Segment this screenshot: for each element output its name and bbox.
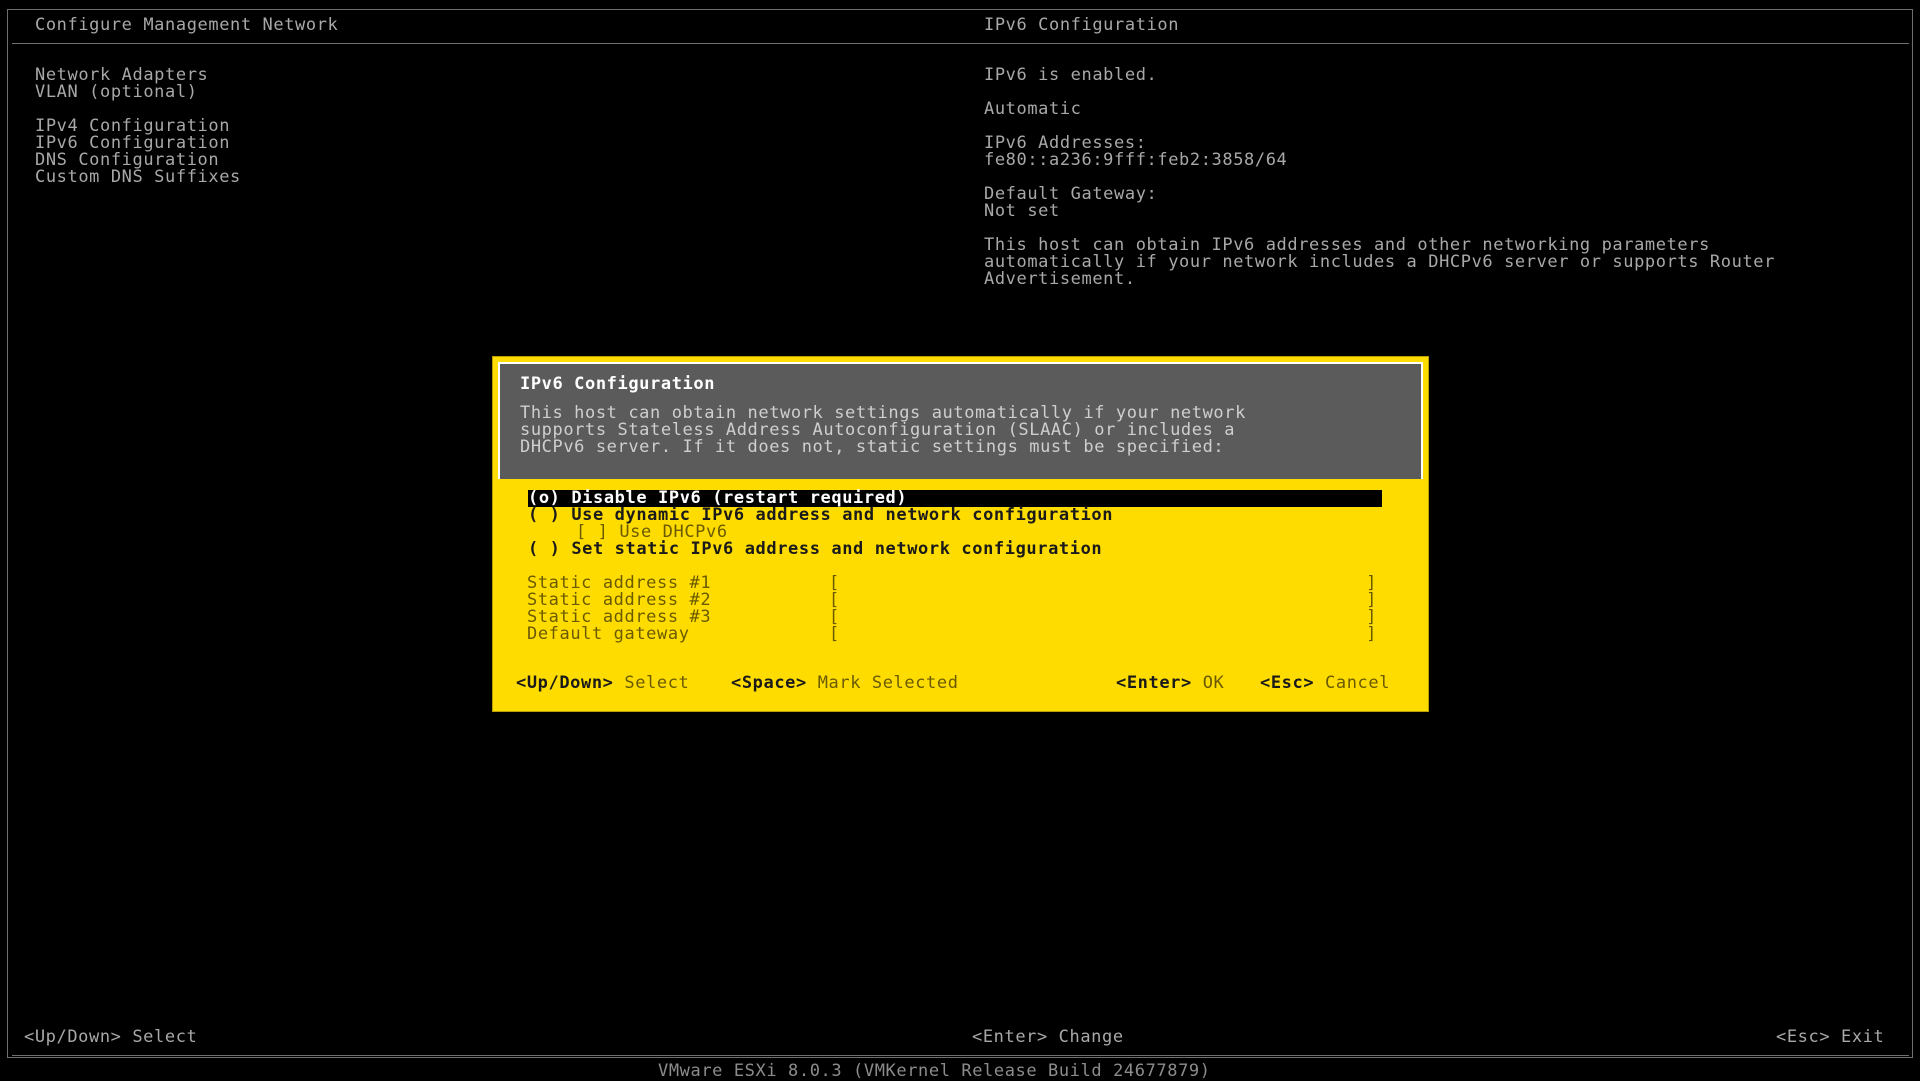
enter-action: OK — [1202, 673, 1225, 693]
header-divider — [12, 43, 1909, 44]
footer-divider — [12, 1055, 1909, 1056]
menu-item-vlan[interactable]: VLAN (optional) — [35, 84, 198, 101]
static-address-1-input[interactable]: [] — [829, 575, 1377, 592]
right-panel-description: This host can obtain IPv6 addresses and … — [984, 235, 1775, 289]
ipv6-status: IPv6 is enabled. — [984, 65, 1158, 85]
esc-key: <Esc> — [1260, 673, 1315, 693]
static-address-3-input[interactable]: [] — [829, 609, 1377, 626]
dialog-ok-button[interactable]: <Enter> OK — [1116, 675, 1224, 692]
footer-select-hint: <Up/Down> Select — [24, 1027, 198, 1047]
dialog-header: IPv6 Configuration This host can obtain … — [498, 362, 1423, 479]
left-panel-title: Configure Management Network — [35, 15, 339, 35]
version-string: VMware ESXi 8.0.3 (VMKernel Release Buil… — [658, 1061, 1211, 1081]
dialog-description: This host can obtain network settings au… — [520, 403, 1246, 457]
ipv6-mode: Automatic — [984, 99, 1082, 119]
right-panel-title: IPv6 Configuration — [984, 15, 1180, 35]
updown-key: <Up/Down> — [516, 673, 614, 693]
static-address-2-input[interactable]: [] — [829, 592, 1377, 609]
updown-action: Select — [624, 673, 690, 693]
dialog-cancel-button[interactable]: <Esc> Cancel — [1260, 675, 1390, 692]
default-gateway-input[interactable]: [] — [829, 626, 1377, 643]
dialog-hint-mark: <Space> Mark Selected — [731, 675, 959, 692]
enter-key: <Enter> — [1116, 673, 1192, 693]
menu-item-dns-suffixes[interactable]: Custom DNS Suffixes — [35, 169, 241, 186]
dialog-hint-select: <Up/Down> Select — [516, 675, 689, 692]
dialog-title: IPv6 Configuration — [520, 374, 716, 394]
ipv6-config-dialog: IPv6 Configuration This host can obtain … — [492, 356, 1429, 712]
default-gateway-field-label: Default gateway — [527, 624, 690, 644]
space-action: Mark Selected — [817, 673, 959, 693]
space-key: <Space> — [731, 673, 807, 693]
esc-action: Cancel — [1325, 673, 1391, 693]
ipv6-address-value: fe80::a236:9fff:feb2:3858/64 — [984, 150, 1288, 170]
footer-change-hint: <Enter> Change — [972, 1027, 1124, 1047]
footer-exit-hint: <Esc> Exit — [1776, 1027, 1885, 1047]
default-gateway-value: Not set — [984, 201, 1060, 221]
option-static-ipv6[interactable]: ( ) Set static IPv6 address and network … — [528, 541, 1102, 558]
